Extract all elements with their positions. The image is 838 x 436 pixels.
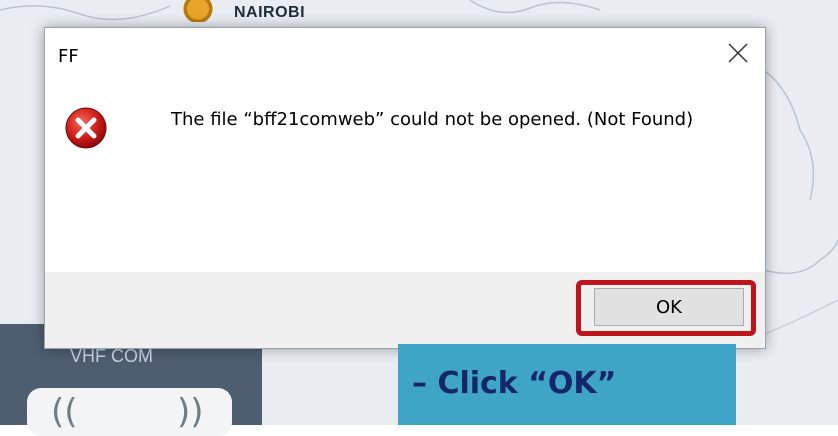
- callout-text: – Click “OK”: [412, 366, 617, 401]
- map-city-label: NAIROBI: [234, 4, 306, 21]
- dialog-title: FF: [58, 46, 79, 67]
- close-button[interactable]: [711, 28, 765, 82]
- radio-waves-icon[interactable]: (()): [27, 388, 232, 436]
- ok-button[interactable]: OK: [594, 288, 744, 326]
- vhf-com-label: VHF COM: [70, 346, 153, 366]
- dialog-content: The file “bff21comweb” could not be open…: [45, 84, 765, 272]
- error-icon: [65, 107, 107, 149]
- error-dialog: FF The file “bff21comweb” could not be o…: [44, 27, 766, 349]
- close-icon: [728, 43, 748, 63]
- error-message: The file “bff21comweb” could not be open…: [171, 109, 694, 130]
- dialog-footer: OK: [45, 272, 765, 348]
- instruction-callout: – Click “OK”: [398, 344, 736, 425]
- dialog-titlebar: FF: [45, 28, 765, 84]
- city-marker-icon: [178, 0, 218, 22]
